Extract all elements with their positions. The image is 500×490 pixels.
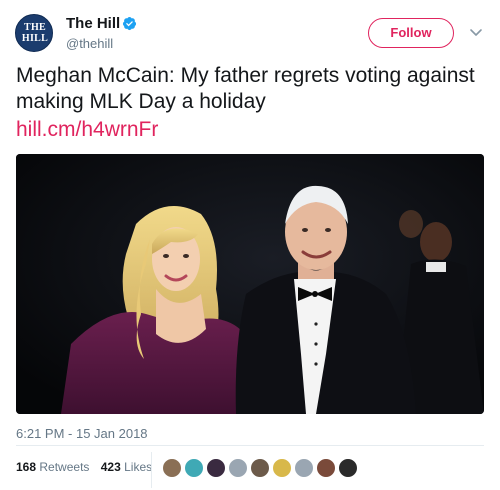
liker-avatar-icon[interactable] [250,458,270,478]
liker-avatar-icon[interactable] [272,458,292,478]
liker-avatar-icon[interactable] [162,458,182,478]
chevron-down-icon[interactable] [468,24,484,40]
tweet-timestamp[interactable]: 6:21 PM - 15 Jan 2018 [16,426,148,441]
account-name[interactable]: The Hill [66,15,120,32]
verified-badge-icon [122,16,137,31]
account-avatar[interactable]: THE HILL [15,14,53,52]
liker-avatar-icon[interactable] [294,458,314,478]
avatar-logo-text: THE HILL [21,22,49,44]
liker-avatar-icon[interactable] [228,458,248,478]
liker-avatar-icon[interactable] [338,458,358,478]
retweets-label: Retweets [39,460,90,474]
follow-button[interactable]: Follow [368,18,454,48]
retweets-stat[interactable]: 168 Retweets [16,460,89,474]
tweet-stats: 168 Retweets 423 Likes [16,460,160,480]
tweet-header: THE HILL The Hill @thehill Follow [15,10,485,60]
likes-label: Likes [124,460,153,474]
photo-image [16,154,484,414]
tweet-link[interactable]: hill.cm/h4wrnFr [16,117,158,143]
account-handle[interactable]: @thehill [66,36,113,51]
retweets-count: 168 [16,460,37,474]
tweet-photo[interactable] [16,154,484,414]
divider [16,445,484,446]
stats-divider [151,452,152,488]
liker-avatar-icon[interactable] [316,458,336,478]
liker-avatar-icon[interactable] [184,458,204,478]
tweet-text: Meghan McCain: My father regrets voting … [16,64,475,113]
liker-avatar-icon[interactable] [206,458,226,478]
likes-stat[interactable]: 423 Likes [101,460,152,474]
likes-count: 423 [100,460,121,474]
